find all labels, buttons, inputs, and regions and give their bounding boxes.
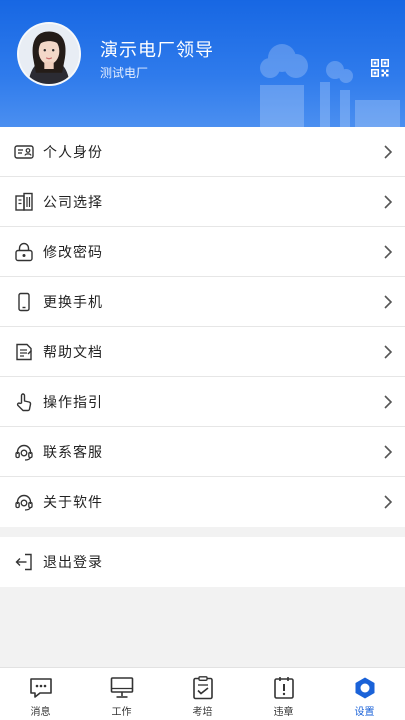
menu-item-contact-support[interactable]: 联系客服 [0, 427, 405, 477]
menu-item-identity[interactable]: 个人身份 [0, 127, 405, 177]
tab-label: 工作 [111, 707, 132, 718]
menu-item-label: 公司选择 [43, 194, 103, 211]
logout-label: 退出登录 [43, 555, 103, 571]
user-portrait-icon [19, 24, 79, 84]
menu-item-about[interactable]: 关于软件 [0, 477, 405, 527]
menu-item-label: 修改密码 [43, 244, 103, 261]
menu-item-operation-guide[interactable]: 操作指引 [0, 377, 405, 427]
chevron-right-icon [384, 345, 393, 359]
tab-label: 设置 [354, 707, 375, 718]
lock-icon [14, 242, 34, 262]
chevron-right-icon [384, 195, 393, 209]
bottom-tab-bar: 消息 工作 考培 违章 设置 [0, 667, 405, 720]
clipboard-check-icon [190, 675, 216, 701]
logout-icon [14, 552, 34, 572]
id-card-icon [14, 142, 34, 162]
menu-item-label: 个人身份 [43, 144, 103, 161]
tab-violations[interactable]: 违章 [243, 668, 324, 720]
profile-header: 演示电厂领导 测试电厂 [0, 0, 405, 127]
message-icon [28, 675, 54, 701]
menu-item-change-password[interactable]: 修改密码 [0, 227, 405, 277]
menu-item-label: 帮助文档 [43, 344, 103, 361]
phone-icon [14, 292, 34, 312]
monitor-icon [109, 675, 135, 701]
logout-button[interactable]: 退出登录 [0, 537, 405, 587]
hexagon-settings-icon [352, 675, 378, 701]
avatar[interactable] [17, 22, 81, 86]
tab-exam-training[interactable]: 考培 [162, 668, 243, 720]
tab-label: 违章 [273, 707, 294, 718]
chevron-right-icon [384, 395, 393, 409]
headset-icon [14, 442, 34, 462]
chevron-right-icon [384, 245, 393, 259]
chevron-right-icon [384, 495, 393, 509]
factory-illustration [260, 44, 400, 127]
user-company: 测试电厂 [100, 66, 149, 80]
calendar-alert-icon [271, 675, 297, 701]
menu-item-help-docs[interactable]: 帮助文档 [0, 327, 405, 377]
headset-icon [14, 492, 34, 512]
hand-pointer-icon [14, 392, 34, 412]
tab-messages[interactable]: 消息 [0, 668, 81, 720]
tab-label: 考培 [192, 707, 213, 718]
menu-item-label: 操作指引 [43, 394, 103, 411]
menu-item-company[interactable]: 公司选择 [0, 177, 405, 227]
settings-menu: 个人身份 公司选择 修改密码 更换手机 帮助文档 操作指引 联系客服 关于软件 [0, 127, 405, 527]
qr-code-icon[interactable] [371, 59, 389, 77]
tab-label: 消息 [30, 707, 51, 718]
chevron-right-icon [384, 295, 393, 309]
chevron-right-icon [384, 145, 393, 159]
tab-work[interactable]: 工作 [81, 668, 162, 720]
menu-item-label: 联系客服 [43, 444, 103, 461]
document-icon [14, 342, 34, 362]
tab-settings[interactable]: 设置 [324, 668, 405, 720]
building-icon [14, 192, 34, 212]
menu-item-label: 更换手机 [43, 294, 103, 311]
menu-item-label: 关于软件 [43, 495, 103, 511]
menu-item-change-phone[interactable]: 更换手机 [0, 277, 405, 327]
chevron-right-icon [384, 445, 393, 459]
user-name: 演示电厂领导 [100, 40, 214, 61]
